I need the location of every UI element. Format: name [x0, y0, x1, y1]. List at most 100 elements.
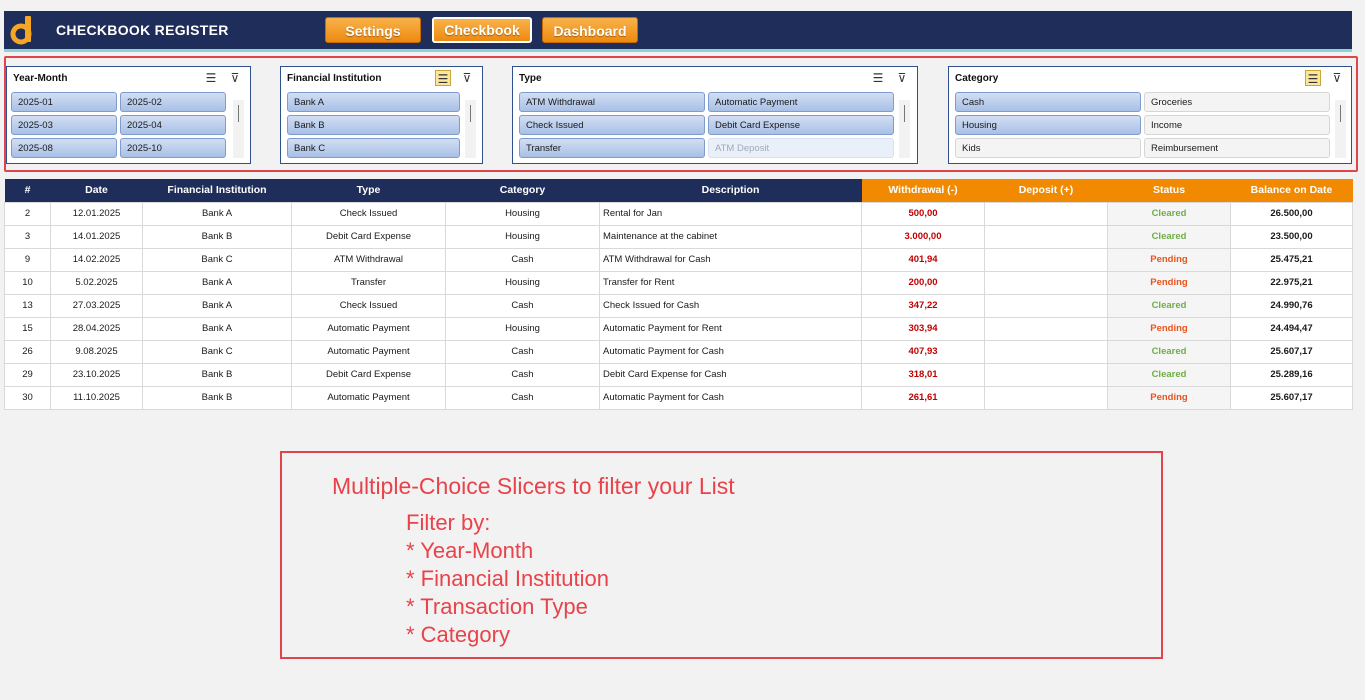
slicer-item[interactable]: Groceries [1144, 92, 1330, 112]
cell-balance[interactable]: 25.607,17 [1230, 385, 1353, 410]
slicer-item[interactable]: 2025-03 [11, 115, 117, 135]
table-row[interactable]: 26 9.08.2025 Bank C Automatic Payment Cash Au… [4, 339, 1353, 364]
cell-type[interactable]: Automatic Payment [291, 385, 446, 410]
cell-institution[interactable]: Bank C [142, 247, 292, 272]
cell-description[interactable]: Automatic Payment for Rent [599, 316, 862, 341]
slicer-item[interactable]: Bank B [287, 115, 460, 135]
cell-type[interactable]: Check Issued [291, 293, 446, 318]
slicer-item[interactable]: Bank C [287, 138, 460, 158]
cell-deposit[interactable] [984, 201, 1108, 226]
col-header-deposit[interactable]: Deposit (+) [984, 179, 1108, 202]
cell-deposit[interactable] [984, 316, 1108, 341]
cell-institution[interactable]: Bank B [142, 224, 292, 249]
cell-deposit[interactable] [984, 385, 1108, 410]
slicer-item[interactable]: 2025-02 [120, 92, 226, 112]
slicer-item[interactable]: Bank A [287, 92, 460, 112]
cell-number[interactable]: 13 [4, 293, 51, 318]
cell-withdrawal[interactable]: 407,93 [861, 339, 985, 364]
table-row[interactable]: 30 11.10.2025 Bank B Automatic Payment Cash A… [4, 385, 1353, 410]
slicer-item[interactable]: Debit Card Expense [708, 115, 894, 135]
clear-filter-icon[interactable]: ⊽ [894, 70, 910, 86]
cell-balance[interactable]: 25.475,21 [1230, 247, 1353, 272]
cell-number[interactable]: 29 [4, 362, 51, 387]
cell-type[interactable]: Automatic Payment [291, 339, 446, 364]
cell-category[interactable]: Housing [445, 316, 600, 341]
cell-number[interactable]: 10 [4, 270, 51, 295]
cell-type[interactable]: ATM Withdrawal [291, 247, 446, 272]
cell-deposit[interactable] [984, 339, 1108, 364]
cell-balance[interactable]: 25.607,17 [1230, 339, 1353, 364]
cell-category[interactable]: Cash [445, 385, 600, 410]
cell-institution[interactable]: Bank B [142, 362, 292, 387]
cell-institution[interactable]: Bank B [142, 385, 292, 410]
cell-status[interactable]: Pending [1107, 247, 1231, 272]
slicer-item[interactable]: Automatic Payment [708, 92, 894, 112]
cell-institution[interactable]: Bank A [142, 201, 292, 226]
cell-status[interactable]: Pending [1107, 316, 1231, 341]
slicer-scrollbar[interactable] [233, 100, 244, 158]
slicer-scrollbar[interactable] [899, 100, 910, 158]
settings-button[interactable]: Settings [325, 17, 421, 43]
cell-balance[interactable]: 23.500,00 [1230, 224, 1353, 249]
cell-category[interactable]: Housing [445, 224, 600, 249]
slicer-item[interactable]: Income [1144, 115, 1330, 135]
col-header-type[interactable]: Type [291, 179, 446, 202]
checkbook-button[interactable]: Checkbook [432, 17, 532, 43]
cell-category[interactable]: Housing [445, 270, 600, 295]
cell-withdrawal[interactable]: 401,94 [861, 247, 985, 272]
slicer-item[interactable]: 2025-01 [11, 92, 117, 112]
multi-select-icon[interactable]: ☰ [870, 70, 886, 86]
slicer-item[interactable]: Check Issued [519, 115, 705, 135]
slicer-item[interactable]: ATM Deposit [708, 138, 894, 158]
table-row[interactable]: 29 23.10.2025 Bank B Debit Card Expense Cash… [4, 362, 1353, 387]
cell-date[interactable]: 14.01.2025 [50, 224, 143, 249]
cell-status[interactable]: Pending [1107, 270, 1231, 295]
cell-withdrawal[interactable]: 318,01 [861, 362, 985, 387]
slicer-item[interactable]: 2025-10 [120, 138, 226, 158]
cell-number[interactable]: 26 [4, 339, 51, 364]
cell-institution[interactable]: Bank C [142, 339, 292, 364]
cell-description[interactable]: Check Issued for Cash [599, 293, 862, 318]
slicer-item[interactable]: 2025-04 [120, 115, 226, 135]
cell-withdrawal[interactable]: 303,94 [861, 316, 985, 341]
cell-category[interactable]: Cash [445, 362, 600, 387]
cell-description[interactable]: Maintenance at the cabinet [599, 224, 862, 249]
slicer-item[interactable]: Transfer [519, 138, 705, 158]
cell-status[interactable]: Cleared [1107, 339, 1231, 364]
col-header-balance[interactable]: Balance on Date [1230, 179, 1353, 202]
col-header-institution[interactable]: Financial Institution [142, 179, 292, 202]
cell-date[interactable]: 28.04.2025 [50, 316, 143, 341]
cell-deposit[interactable] [984, 224, 1108, 249]
table-row[interactable]: 2 12.01.2025 Bank A Check Issued Housing Rent… [4, 201, 1353, 226]
cell-date[interactable]: 12.01.2025 [50, 201, 143, 226]
slicer-item[interactable]: ATM Withdrawal [519, 92, 705, 112]
cell-date[interactable]: 11.10.2025 [50, 385, 143, 410]
multi-select-icon[interactable]: ☰ [203, 70, 219, 86]
cell-date[interactable]: 5.02.2025 [50, 270, 143, 295]
cell-number[interactable]: 9 [4, 247, 51, 272]
cell-date[interactable]: 14.02.2025 [50, 247, 143, 272]
clear-filter-icon[interactable]: ⊽ [227, 70, 243, 86]
cell-withdrawal[interactable]: 3.000,00 [861, 224, 985, 249]
dashboard-button[interactable]: Dashboard [542, 17, 638, 43]
table-row[interactable]: 9 14.02.2025 Bank C ATM Withdrawal Cash ATM W… [4, 247, 1353, 272]
table-row[interactable]: 3 14.01.2025 Bank B Debit Card Expense Housi… [4, 224, 1353, 249]
cell-institution[interactable]: Bank A [142, 293, 292, 318]
cell-deposit[interactable] [984, 247, 1108, 272]
cell-description[interactable]: Automatic Payment for Cash [599, 385, 862, 410]
cell-date[interactable]: 9.08.2025 [50, 339, 143, 364]
cell-withdrawal[interactable]: 500,00 [861, 201, 985, 226]
cell-description[interactable]: Transfer for Rent [599, 270, 862, 295]
clear-filter-icon[interactable]: ⊽ [1329, 70, 1345, 86]
col-header-withdrawal[interactable]: Withdrawal (-) [861, 179, 985, 202]
cell-date[interactable]: 23.10.2025 [50, 362, 143, 387]
cell-withdrawal[interactable]: 200,00 [861, 270, 985, 295]
cell-balance[interactable]: 24.494,47 [1230, 316, 1353, 341]
cell-description[interactable]: Debit Card Expense for Cash [599, 362, 862, 387]
cell-deposit[interactable] [984, 362, 1108, 387]
cell-deposit[interactable] [984, 270, 1108, 295]
cell-withdrawal[interactable]: 347,22 [861, 293, 985, 318]
cell-balance[interactable]: 22.975,21 [1230, 270, 1353, 295]
cell-category[interactable]: Cash [445, 339, 600, 364]
cell-description[interactable]: ATM Withdrawal for Cash [599, 247, 862, 272]
